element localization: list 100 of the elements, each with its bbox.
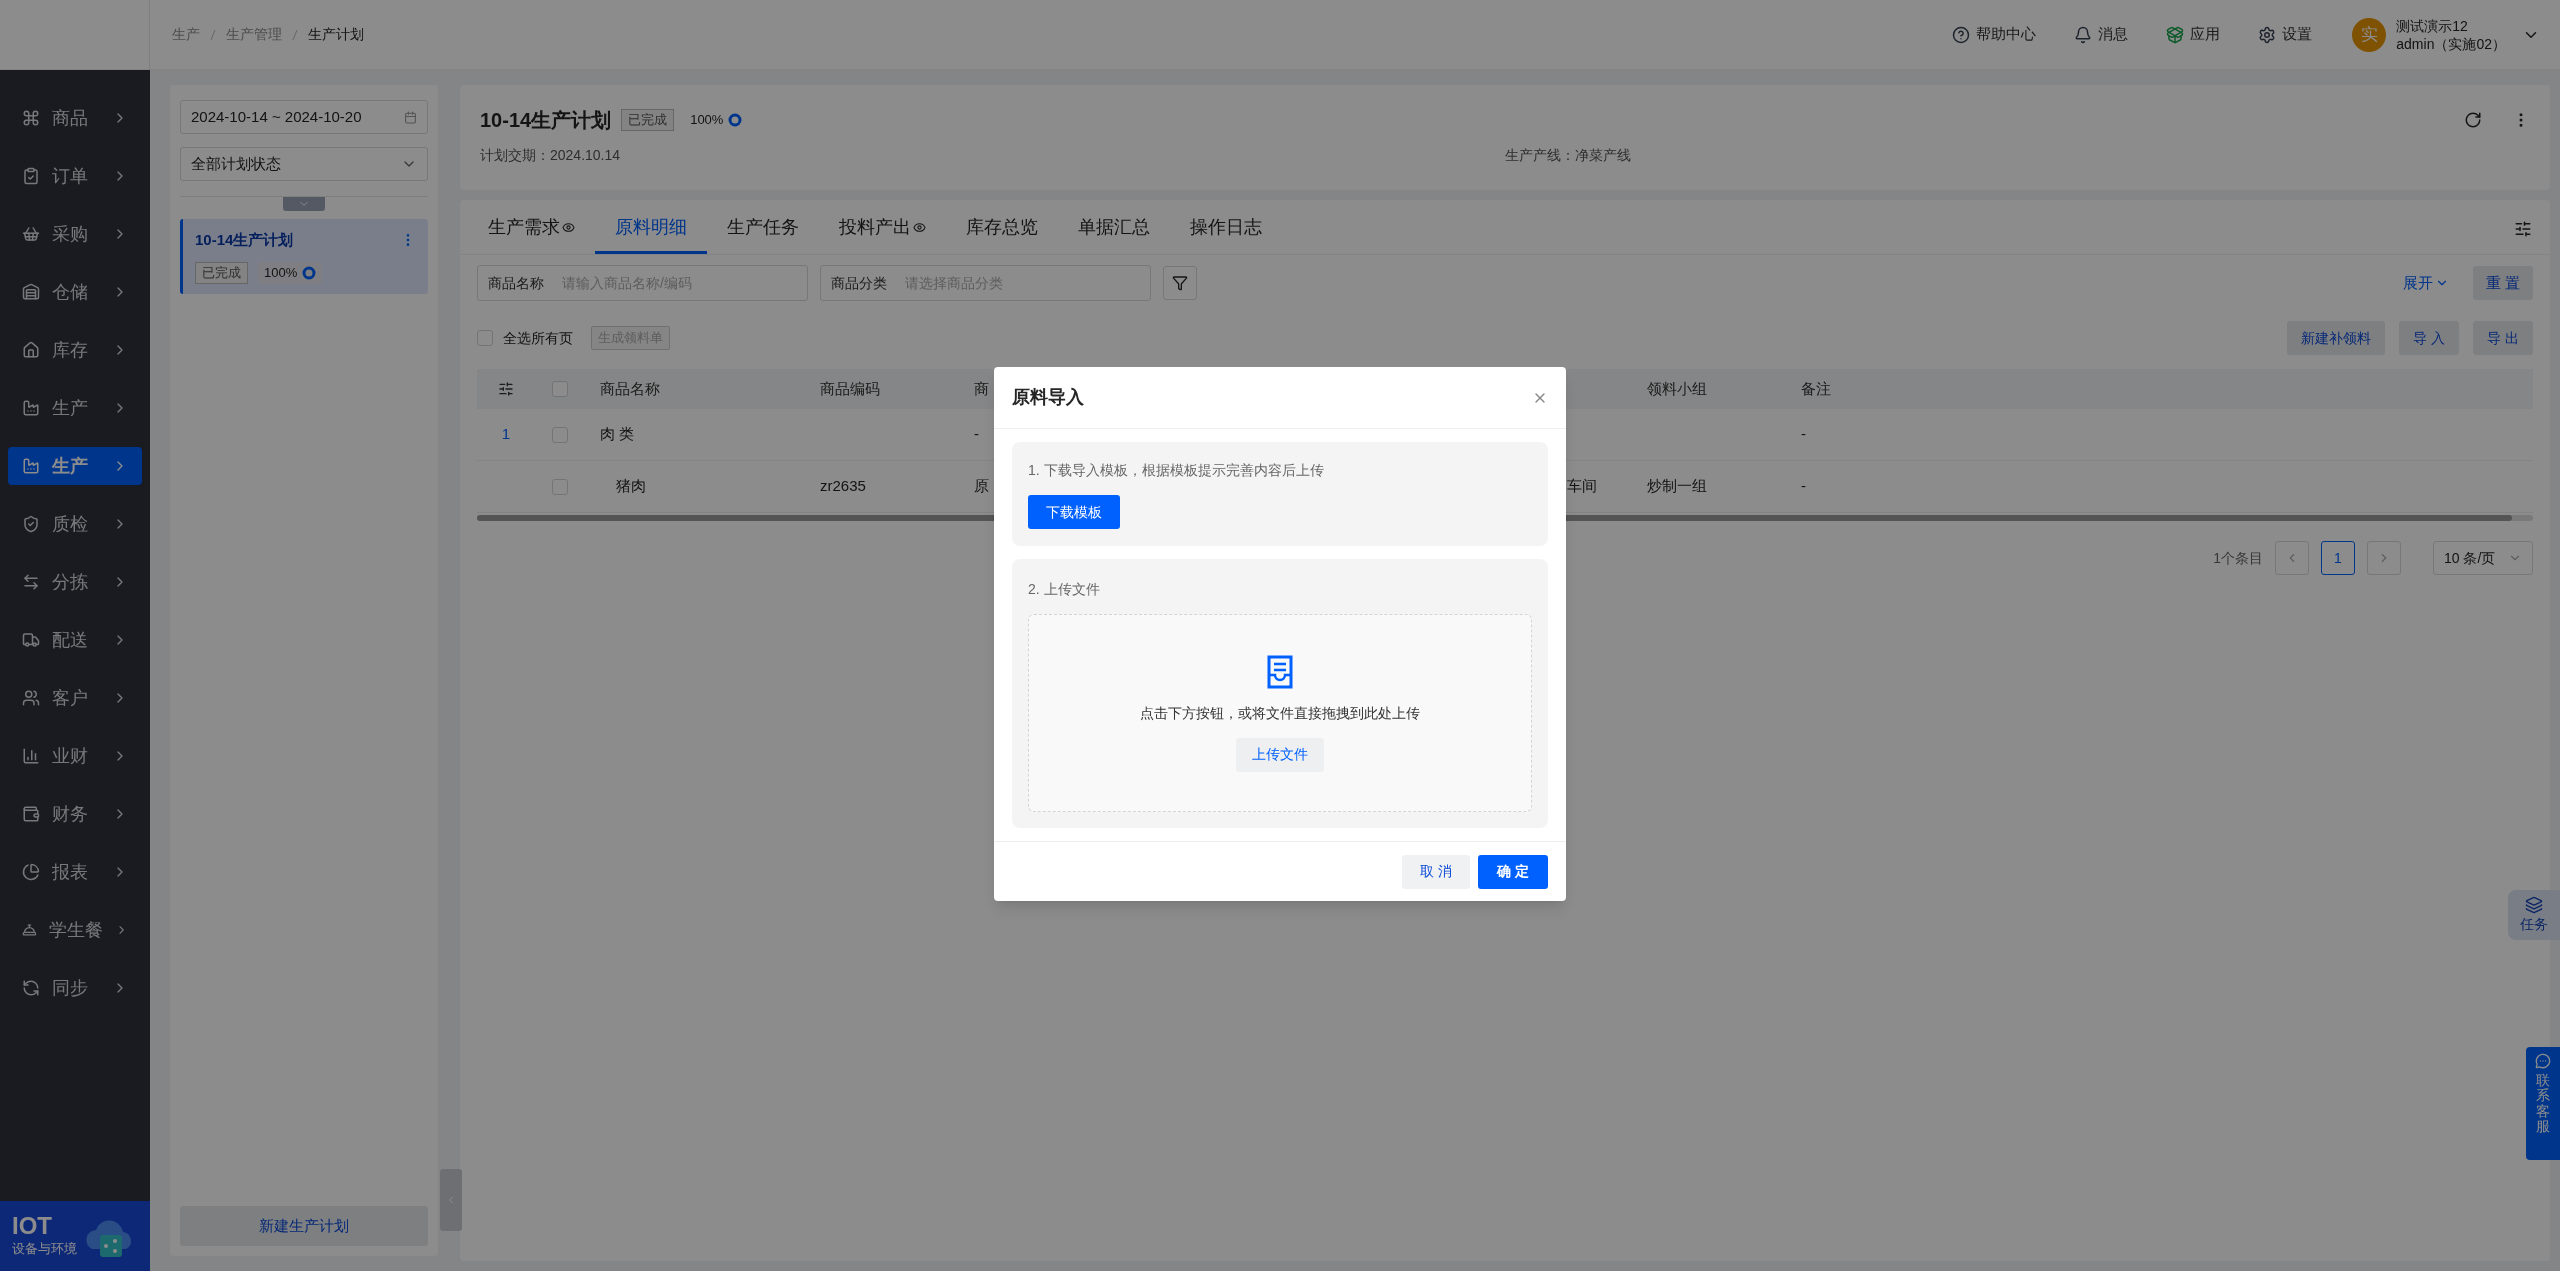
cancel-button[interactable]: 取 消 xyxy=(1402,854,1470,889)
action-button[interactable]: 新建补领料 xyxy=(2287,321,2386,355)
checkbox[interactable] xyxy=(477,330,493,346)
basket-icon xyxy=(22,225,40,243)
checkbox[interactable] xyxy=(551,381,568,397)
download-template-button[interactable]: 下载模板 xyxy=(1028,495,1120,529)
sidebar-item[interactable]: 学生餐 xyxy=(8,911,142,949)
iot-banner[interactable]: IOT 设备与环境 xyxy=(0,1201,150,1271)
warehouse-icon xyxy=(22,283,40,301)
plan-title: 10-14生产计划 xyxy=(195,230,295,250)
command-icon xyxy=(22,109,40,127)
tab[interactable]: 原料明细 xyxy=(595,204,707,254)
status-tag: 已完成 xyxy=(195,261,248,284)
action-button[interactable]: 导 入 xyxy=(2399,321,2460,355)
collapse-handle[interactable] xyxy=(440,1169,462,1231)
document-tray-icon xyxy=(1267,654,1293,689)
factory-icon xyxy=(22,457,40,475)
table-cell: zr2635 xyxy=(820,477,866,495)
tab[interactable]: 生产任务 xyxy=(707,204,819,254)
upload-file-button[interactable]: 上传文件 xyxy=(1236,737,1324,772)
tab[interactable]: 单据汇总 xyxy=(1058,204,1170,254)
progress-tag: 100% xyxy=(258,261,323,284)
header-link[interactable]: 帮助中心 xyxy=(1952,23,2037,46)
user-name: 测试演示12 xyxy=(2396,16,2469,35)
checkbox[interactable] xyxy=(551,478,568,495)
drop-zone[interactable]: 点击下方按钮，或将文件直接拖拽到此处上传 上传文件 xyxy=(1028,614,1532,812)
sidebar-item[interactable]: 业财 xyxy=(8,737,142,775)
sidebar-item[interactable]: 商品 xyxy=(8,99,142,137)
dialog-title: 原料导入 xyxy=(1012,386,1085,409)
sidebar-item[interactable]: 生产 xyxy=(8,389,142,427)
page-size-select[interactable]: 10 条/页 xyxy=(2433,541,2533,575)
column-header: 备注 xyxy=(1801,379,1831,397)
slash-icon xyxy=(292,28,298,41)
shield-icon xyxy=(22,515,40,533)
wallet-icon xyxy=(22,805,40,823)
arrows-icon xyxy=(22,573,40,591)
reset-button[interactable]: 重 置 xyxy=(2473,266,2533,300)
tab[interactable]: 库存总览 xyxy=(946,204,1058,254)
sidebar-item[interactable]: 配送 xyxy=(8,621,142,659)
expand-link[interactable]: 展开 xyxy=(2403,271,2449,295)
sidebar-item[interactable]: 库存 xyxy=(8,331,142,369)
column-settings-icon[interactable] xyxy=(498,381,514,397)
calendar-icon xyxy=(404,110,417,124)
progress-ring-icon xyxy=(728,113,743,127)
sidebar-item[interactable]: 质检 xyxy=(8,505,142,543)
tab[interactable]: 操作日志 xyxy=(1170,204,1282,254)
tab[interactable]: 生产需求 xyxy=(468,204,595,254)
cloche-icon xyxy=(22,921,37,939)
help-icon xyxy=(1952,25,1971,44)
production-line: 生产产线：净菜产线 xyxy=(1505,146,1631,165)
sidebar-item[interactable]: 订单 xyxy=(8,157,142,195)
checkbox[interactable] xyxy=(551,426,568,443)
due-date: 计划交期：2024.10.14 xyxy=(480,146,622,165)
drop-hint: 点击下方按钮，或将文件直接拖拽到此处上传 xyxy=(1140,703,1420,723)
sidebar-item[interactable]: 采购 xyxy=(8,215,142,253)
table-cell: 原 xyxy=(974,477,989,495)
header-link[interactable]: 设置 xyxy=(2258,23,2313,46)
action-button[interactable]: 导 出 xyxy=(2473,321,2533,355)
sidebar-item[interactable]: 客户 xyxy=(8,679,142,717)
sidebar-item[interactable]: 分拣 xyxy=(8,563,142,601)
status-select[interactable]: 全部计划状态 xyxy=(180,147,428,181)
header-link[interactable]: 应用 xyxy=(2166,23,2221,46)
bell-icon xyxy=(2074,25,2093,44)
confirm-button[interactable]: 确 定 xyxy=(1478,854,1548,889)
date-range-field[interactable]: 2024-10-14 ~ 2024-10-20 xyxy=(180,100,428,134)
eye-icon xyxy=(913,221,926,234)
header-link[interactable]: 消息 xyxy=(2074,23,2129,46)
sliders-icon[interactable] xyxy=(2514,220,2532,238)
app-box-icon xyxy=(2166,25,2185,44)
column-header: 领料小组 xyxy=(1647,379,1707,397)
progress-ring-icon xyxy=(302,265,317,280)
table-cell: 炒制一组 xyxy=(1647,477,1707,495)
tab[interactable]: 投料产出 xyxy=(819,204,946,254)
truck-icon xyxy=(22,631,40,649)
table-cell: - xyxy=(1801,425,1806,443)
select-all-label: 全选所有页 xyxy=(503,328,573,348)
contact-service-button[interactable]: 联系客服 xyxy=(2526,1047,2560,1160)
plan-card[interactable]: 10-14生产计划 已完成 100% xyxy=(180,219,428,294)
sidebar-item[interactable]: 报表 xyxy=(8,853,142,891)
page-button[interactable]: 1 xyxy=(2321,541,2355,575)
breadcrumb-item[interactable]: 生产 xyxy=(172,24,200,45)
sidebar-item[interactable]: 生产 xyxy=(8,447,142,485)
column-header: 商 xyxy=(974,379,989,397)
filter-button[interactable] xyxy=(1163,266,1197,300)
sidebar-item[interactable]: 财务 xyxy=(8,795,142,833)
total-count: 1个条目 xyxy=(2213,548,2263,568)
new-plan-button[interactable]: 新建生产计划 xyxy=(180,1206,428,1246)
sidebar-item[interactable]: 仓储 xyxy=(8,273,142,311)
breadcrumb-item: 生产计划 xyxy=(308,25,364,44)
table-cell: - xyxy=(1801,477,1806,495)
step-text: 2. 上传文件 xyxy=(1028,580,1101,599)
settings-icon xyxy=(2258,25,2277,44)
step-text: 1. 下载导入模板，根据模板提示完善内容后上传 xyxy=(1028,461,1324,480)
row-index: 1 xyxy=(501,424,511,445)
progress-tag: 100% xyxy=(684,109,749,131)
breadcrumb-item[interactable]: 生产管理 xyxy=(226,24,282,45)
sidebar-item[interactable]: 同步 xyxy=(8,969,142,1007)
user-role: admin（实施02） xyxy=(2396,34,2506,53)
task-float-button[interactable]: 任务 xyxy=(2508,890,2560,940)
refresh-icon[interactable] xyxy=(2464,111,2482,129)
